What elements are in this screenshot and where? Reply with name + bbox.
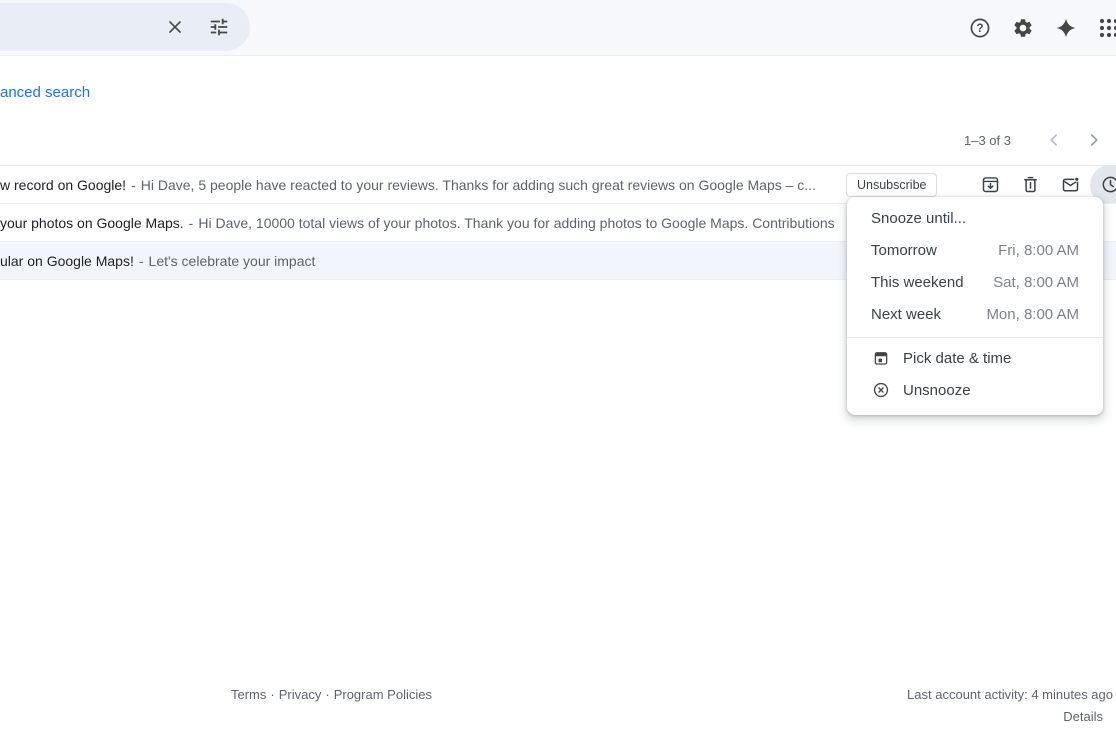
unsnooze-icon [872, 381, 890, 399]
clear-search-button[interactable] [155, 7, 195, 47]
subject-snippet-separator: - [184, 215, 199, 231]
footer-account-activity: Last account activity: 4 minutes ago Det… [907, 687, 1113, 724]
email-snippet: Hi Dave, 10000 total views of your photo… [198, 215, 834, 231]
settings-button[interactable] [1003, 8, 1043, 48]
footer-policy-links: Terms·Privacy·Program Policies [231, 687, 432, 702]
help-icon: ? [968, 16, 992, 40]
gmail-search-results-page: ? [0, 0, 1116, 744]
chevron-right-icon [1083, 129, 1105, 151]
snooze-option-time: Sat, 8:00 AM [993, 274, 1079, 291]
close-icon [164, 16, 186, 38]
privacy-link[interactable]: Privacy [279, 687, 322, 702]
email-subject: w record on Google! [0, 177, 126, 193]
apps-grid-icon [1097, 16, 1116, 40]
snooze-menu: Snooze until... Tomorrow Fri, 8:00 AM Th… [847, 197, 1103, 415]
tune-icon [208, 16, 230, 38]
svg-text:?: ? [976, 23, 983, 35]
email-snippet: Hi Dave, 5 people have reacted to your r… [141, 177, 816, 193]
pick-date-time-label: Pick date & time [903, 350, 1011, 367]
footer-separator: · [325, 687, 329, 702]
topbar-actions: ? [960, 8, 1116, 48]
snooze-option-next-week[interactable]: Next week Mon, 8:00 AM [847, 298, 1103, 330]
snooze-option-time: Fri, 8:00 AM [998, 242, 1079, 259]
advanced-search-link[interactable]: anced search [0, 84, 90, 101]
newer-page-button[interactable] [1042, 128, 1066, 152]
gemini-button[interactable] [1046, 8, 1086, 48]
calendar-icon [872, 349, 890, 367]
search-bar[interactable] [0, 3, 250, 51]
snooze-option-tomorrow[interactable]: Tomorrow Fri, 8:00 AM [847, 234, 1103, 266]
pagination: 1–3 of 3 [964, 128, 1106, 152]
subject-snippet-separator: - [134, 253, 149, 269]
footer-separator: · [270, 687, 274, 702]
mark-unread-icon [1060, 174, 1081, 195]
snooze-option-time: Mon, 8:00 AM [986, 306, 1079, 323]
sparkle-icon [1054, 16, 1078, 40]
snooze-option-label: Tomorrow [871, 242, 937, 259]
snooze-option-label: This weekend [871, 274, 964, 291]
snooze-option-this-weekend[interactable]: This weekend Sat, 8:00 AM [847, 266, 1103, 298]
terms-link[interactable]: Terms [231, 687, 266, 702]
unsubscribe-button[interactable]: Unsubscribe [846, 173, 937, 197]
clock-icon [1100, 174, 1116, 195]
gear-icon [1012, 17, 1034, 39]
help-button[interactable]: ? [960, 8, 1000, 48]
older-page-button[interactable] [1082, 128, 1106, 152]
email-snippet: Let's celebrate your impact [149, 253, 316, 269]
unsnooze-label: Unsnooze [903, 382, 971, 399]
email-subject: your photos on Google Maps. [0, 215, 184, 231]
subject-snippet-separator: - [126, 177, 141, 193]
chevron-left-icon [1043, 129, 1065, 151]
search-options-button[interactable] [199, 7, 239, 47]
unsnooze-item[interactable]: Unsnooze [847, 374, 1103, 406]
trash-icon [1020, 174, 1041, 195]
program-policies-link[interactable]: Program Policies [334, 687, 432, 702]
pagination-range: 1–3 of 3 [964, 133, 1011, 148]
menu-divider [847, 337, 1103, 338]
last-account-activity-text: Last account activity: 4 minutes ago [907, 687, 1113, 702]
apps-grid-button[interactable] [1089, 8, 1116, 48]
topbar: ? [0, 0, 1116, 56]
snooze-menu-title: Snooze until... [847, 202, 1103, 234]
archive-icon [980, 174, 1001, 195]
details-link[interactable]: Details [907, 709, 1103, 724]
pick-date-time-item[interactable]: Pick date & time [847, 342, 1103, 374]
snooze-option-label: Next week [871, 306, 941, 323]
email-subject: ular on Google Maps! [0, 253, 134, 269]
